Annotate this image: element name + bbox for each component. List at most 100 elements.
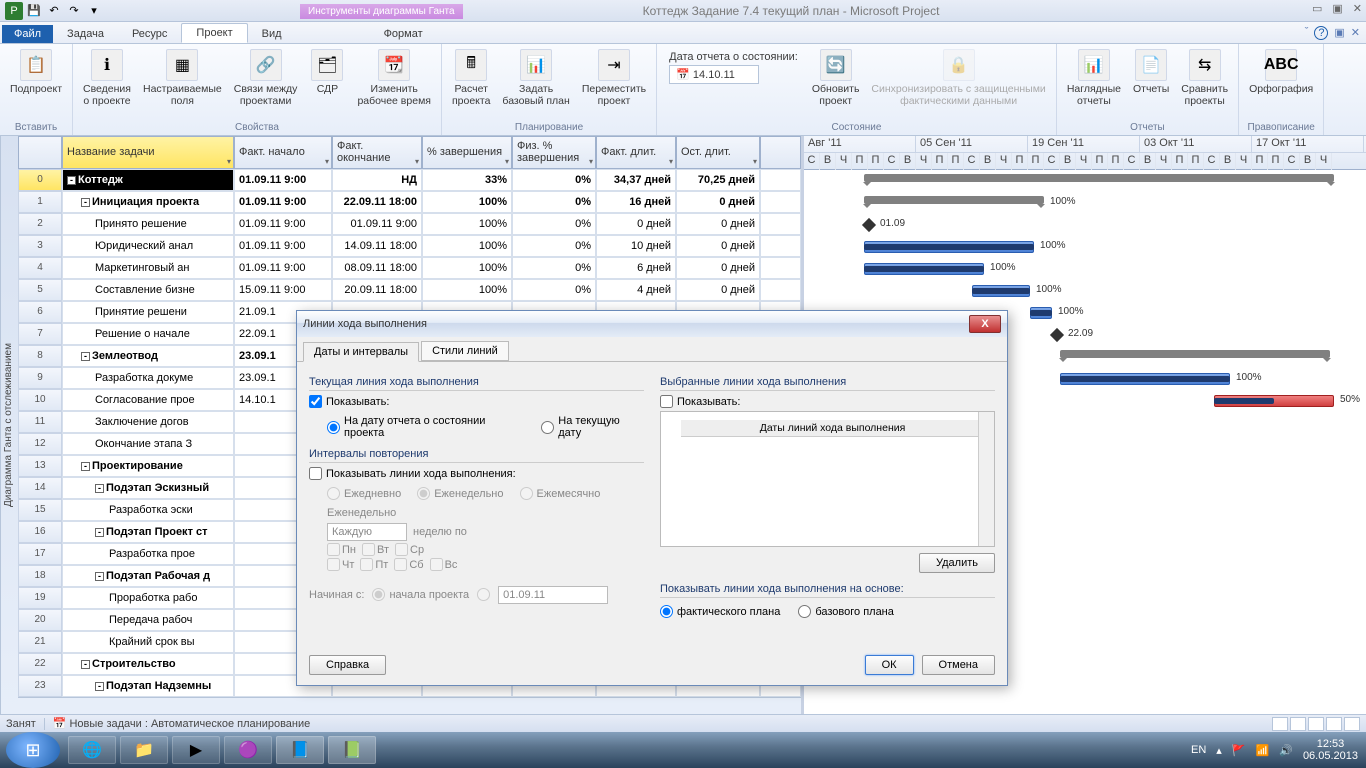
taskbar-word[interactable]: 📘 [276, 736, 324, 764]
corner-cell[interactable] [18, 136, 62, 169]
radio-monthly: Ежемесячно [520, 487, 601, 500]
visual-reports-button[interactable]: 📊Наглядные отчеты [1063, 47, 1125, 109]
radio-actual-plan[interactable]: фактического плана [660, 605, 780, 618]
listbox-scrollbar[interactable] [978, 412, 994, 546]
table-row[interactable]: 0-Коттедж01.09.11 9:00НД33%0%34,37 дней7… [18, 169, 801, 191]
radio-today[interactable]: На текущую дату [541, 415, 644, 439]
baseline-button[interactable]: 📊Задать базовый план [498, 47, 573, 109]
tray-flag-icon[interactable]: 🚩 [1232, 744, 1246, 757]
tray-network-icon[interactable]: 📶 [1256, 744, 1270, 757]
compare-button[interactable]: ⇆Сравнить проекты [1177, 47, 1232, 109]
save-icon[interactable]: 💾 [25, 2, 43, 20]
tab-format[interactable]: Формат [370, 25, 437, 43]
tray-chevron-icon[interactable]: ▴ [1216, 744, 1222, 757]
close-icon[interactable]: ✕ [1353, 2, 1362, 15]
status-date-block: Дата отчета о состоянии: 📅 14.10.11 [663, 47, 804, 88]
tab-dates-intervals[interactable]: Даты и интервалы [303, 342, 419, 362]
project-info-button[interactable]: ℹСведения о проекте [79, 47, 135, 109]
system-tray[interactable]: EN ▴ 🚩 📶 🔊 12:5306.05.2013 [1191, 738, 1366, 762]
group-insert-label: Вставить [6, 121, 66, 134]
taskbar-ie[interactable]: 🌐 [68, 736, 116, 764]
col-phys[interactable]: Физ. % завершения▾ [512, 136, 596, 169]
table-row[interactable]: 3Юридический анал01.09.11 9:0014.09.11 1… [18, 235, 801, 257]
col-pct[interactable]: % завершения▾ [422, 136, 512, 169]
update-icon: 🔄 [820, 49, 852, 81]
dialog-titlebar[interactable]: Линии хода выполнения X [297, 311, 1007, 337]
every-combo: Каждую [327, 523, 407, 541]
show-current-checkbox[interactable]: Показывать: [309, 395, 644, 408]
col-taskname[interactable]: Название задачи▾ [62, 136, 234, 169]
tab-file[interactable]: Файл [2, 25, 53, 43]
status-bar: Занят 📅 Новые задачи : Автоматическое пл… [0, 714, 1366, 732]
dialog-close-button[interactable]: X [969, 315, 1001, 333]
start-button[interactable]: ⊞ [6, 732, 60, 768]
window-close-icon[interactable]: ✕ [1351, 26, 1360, 40]
taskbar-app1[interactable]: 🟣 [224, 736, 272, 764]
table-row[interactable]: 1-Инициация проекта01.09.11 9:0022.09.11… [18, 191, 801, 213]
table-row[interactable]: 5Составление бизне15.09.11 9:0020.09.11 … [18, 279, 801, 301]
tab-resource[interactable]: Ресурс [118, 25, 181, 43]
view-buttons[interactable] [1272, 717, 1360, 731]
quick-access-toolbar: P 💾 ↶ ↷ ▾ [0, 0, 1366, 22]
taskbar-project[interactable]: 📗 [328, 736, 376, 764]
table-row[interactable]: 2Принято решение01.09.11 9:0001.09.11 9:… [18, 213, 801, 235]
redo-icon[interactable]: ↷ [65, 2, 83, 20]
calc-button[interactable]: 🖩Расчет проекта [448, 47, 494, 109]
abc-icon: ABC [1265, 49, 1297, 81]
spelling-button[interactable]: ABCОрфография [1245, 47, 1317, 97]
view-sidebar[interactable]: Диаграмма Ганта с отслеживанием [0, 136, 18, 714]
col-remdur[interactable]: Ост. длит.▾ [676, 136, 760, 169]
taskbar-media[interactable]: ▶ [172, 736, 220, 764]
update-project-button[interactable]: 🔄Обновить проект [808, 47, 864, 109]
tab-view[interactable]: Вид [248, 25, 296, 43]
show-interval-checkbox[interactable]: Показывать линии хода выполнения: [309, 467, 644, 480]
custom-fields-button[interactable]: ▦Настраиваемые поля [139, 47, 226, 109]
worktime-button[interactable]: 📆Изменить рабочее время [353, 47, 435, 109]
help-icon[interactable]: ? [1314, 26, 1328, 40]
new-tasks-icon: 📅 [53, 717, 67, 730]
links-button[interactable]: 🔗Связи между проектами [230, 47, 302, 109]
listbox-header: Даты линий хода выполнения [681, 420, 984, 437]
radio-daily: Ежедневно [327, 487, 401, 500]
table-row[interactable]: 4Маркетинговый ан01.09.11 9:0008.09.11 1… [18, 257, 801, 279]
subproject-icon: 📋 [20, 49, 52, 81]
wbs-button[interactable]: 🗂СДР [305, 47, 349, 97]
col-actfinish[interactable]: Факт. окончание▾ [332, 136, 422, 169]
day-mon: Пн [327, 543, 356, 556]
sheet-header: Название задачи▾ Факт. начало▾ Факт. око… [18, 136, 801, 169]
section-based-on: Показывать линии хода выполнения на осно… [660, 583, 995, 598]
window-restore-icon[interactable]: ▣ [1334, 26, 1344, 40]
col-actdur[interactable]: Факт. длит.▾ [596, 136, 676, 169]
maximize-icon[interactable]: ▣ [1332, 2, 1342, 15]
move-project-button[interactable]: ⇥Переместить проект [578, 47, 650, 109]
sheet-hscroll[interactable] [18, 697, 801, 714]
status-ready: Занят [6, 718, 36, 730]
col-extra[interactable] [760, 136, 801, 169]
ribbon-minimize-icon[interactable]: ˇ [1305, 26, 1309, 40]
ok-button[interactable]: ОК [865, 655, 914, 675]
tray-clock[interactable]: 12:5306.05.2013 [1303, 738, 1358, 762]
reports-button[interactable]: 📄Отчеты [1129, 47, 1173, 97]
dates-listbox[interactable]: Даты линий хода выполнения [660, 411, 995, 547]
qat-dropdown-icon[interactable]: ▾ [85, 2, 103, 20]
tab-task[interactable]: Задача [53, 25, 118, 43]
tab-project[interactable]: Проект [181, 23, 247, 43]
show-selected-checkbox[interactable]: Показывать: [660, 395, 995, 408]
minimize-icon[interactable]: ▭ [1312, 2, 1322, 15]
taskbar-explorer[interactable]: 📁 [120, 736, 168, 764]
help-button[interactable]: Справка [309, 655, 386, 675]
undo-icon[interactable]: ↶ [45, 2, 63, 20]
subproject-button[interactable]: 📋Подпроект [6, 47, 66, 97]
delete-button[interactable]: Удалить [919, 553, 995, 573]
tray-volume-icon[interactable]: 🔊 [1279, 744, 1293, 757]
radio-baseline-plan[interactable]: базового плана [798, 605, 894, 618]
col-actstart[interactable]: Факт. начало▾ [234, 136, 332, 169]
radio-status-date[interactable]: На дату отчета о состоянии проекта [327, 415, 525, 439]
cancel-button[interactable]: Отмена [922, 655, 995, 675]
move-icon: ⇥ [598, 49, 630, 81]
tab-line-styles[interactable]: Стили линий [421, 341, 509, 361]
days-row-2: Чт Пт Сб Вс [327, 558, 644, 571]
status-date-picker[interactable]: 📅 14.10.11 [669, 65, 759, 84]
lang-indicator[interactable]: EN [1191, 744, 1206, 756]
group-reports-label: Отчеты [1063, 121, 1232, 134]
